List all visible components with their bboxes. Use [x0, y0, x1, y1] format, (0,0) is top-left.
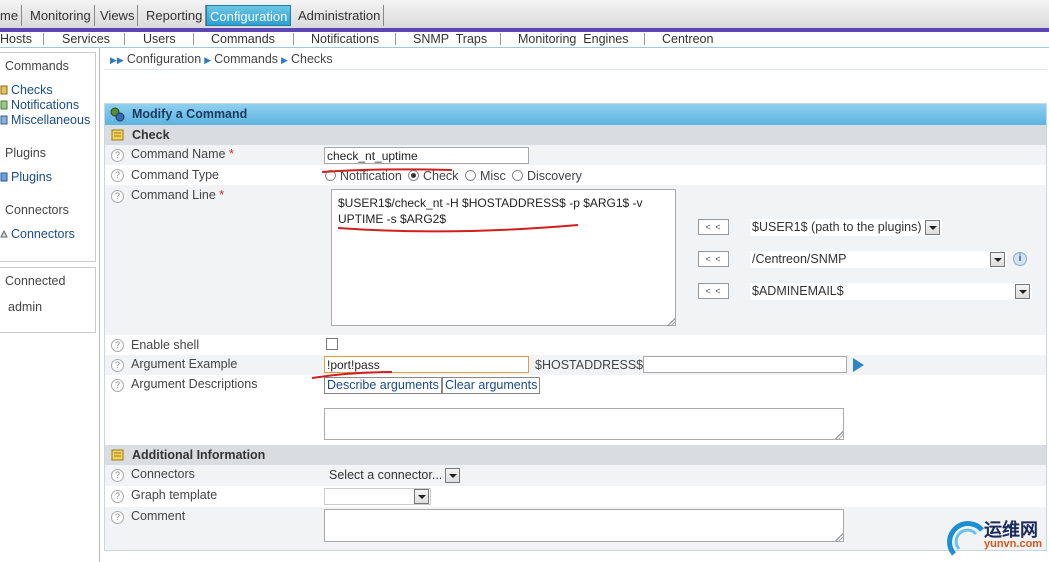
centreon-window: me Monitoring Views Reporting Configurat…	[0, 0, 1049, 562]
red-annotation-strokes	[311, 168, 579, 379]
watermark-url-text: yunvn.com	[984, 538, 1043, 550]
